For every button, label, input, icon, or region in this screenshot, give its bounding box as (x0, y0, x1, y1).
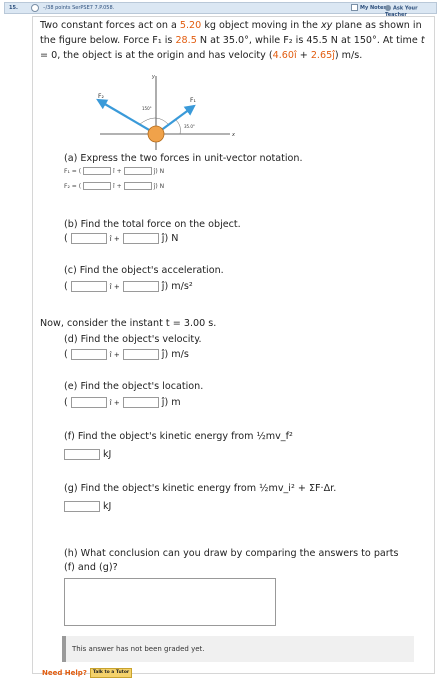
part-c-prompt: (c) Find the object's acceleration. (64, 265, 224, 276)
location-i-input[interactable] (70, 397, 107, 408)
part-e-prompt: (e) Find the object's location. (64, 381, 204, 392)
problem-text-8: + (296, 50, 311, 61)
points-status-icon (31, 4, 39, 12)
force-diagram: F₂ F₁ 150° 35.0° x y (96, 74, 235, 150)
part-d-prompt: (d) Find the object's velocity. (64, 334, 202, 345)
part-b-i-plus: î + (109, 234, 120, 243)
problem-text-4: is (161, 35, 176, 46)
part-d-row: ( î + ĵ) m/s (64, 349, 189, 360)
mass-value: 5.20 (179, 20, 202, 31)
part-b-row: ( î + ĵ) N (64, 233, 178, 244)
object-ball (147, 125, 165, 143)
f2-row-label: F₂ = ( (64, 182, 82, 190)
ask-teacher-icon (385, 5, 391, 11)
f2-symbol: F₂ (283, 35, 293, 46)
f2-j-unit: ĵ) N (153, 182, 165, 190)
notes-checkbox-icon (351, 4, 358, 11)
part-g-prompt: (g) Find the object's kinetic energy fro… (64, 483, 337, 494)
velocity-x: 4.60î (272, 50, 297, 61)
velocity-i-input[interactable] (70, 349, 107, 360)
part-c-row: ( î + ĵ) m/s² (64, 281, 193, 292)
part-c-i-plus: î + (109, 282, 120, 291)
velocity-y: 2.65ĵ (310, 50, 335, 61)
part-g-unit: kJ (103, 501, 112, 512)
part-c-unit: ĵ) m/s² (161, 281, 193, 292)
velocity-j-input[interactable] (122, 349, 159, 360)
part-a-prompt: (a) Express the two forces in unit-vecto… (64, 153, 303, 164)
f1-j-input[interactable] (123, 167, 152, 175)
acceleration-i-input[interactable] (70, 281, 107, 292)
part-b-prompt: (b) Find the total force on the object. (64, 219, 241, 230)
problem-text-1: Two constant forces act on a (40, 20, 180, 31)
need-help-label: Need Help? (42, 669, 87, 677)
part-f-unit: kJ (103, 449, 112, 460)
not-graded-notice: This answer has not been graded yet. (62, 636, 414, 662)
part-e-row: ( î + ĵ) m (64, 397, 181, 408)
problem-statement: Two constant forces act on a 5.20 kg obj… (40, 18, 432, 63)
angle-35-arc (175, 119, 181, 135)
part-b-unit: ĵ) N (161, 233, 179, 244)
f2-i-plus: î + (113, 182, 122, 190)
part-d-unit: ĵ) m/s (161, 349, 189, 360)
part-f-prompt: (f) Find the object's kinetic energy fro… (64, 431, 293, 442)
angle-150-label: 150° (142, 106, 152, 111)
total-force-i-input[interactable] (70, 233, 107, 244)
problem-text-5: N at 35.0°, while (196, 35, 284, 46)
acceleration-j-input[interactable] (122, 281, 159, 292)
part-h-line-2: (f) and (g)? (64, 562, 118, 573)
f2-j-input[interactable] (123, 182, 152, 190)
part-e-unit: ĵ) m (161, 397, 181, 408)
conclusion-textarea[interactable] (64, 578, 276, 626)
y-axis-label: y (151, 74, 156, 80)
kinetic-energy-f-input[interactable] (64, 449, 100, 460)
part-b-open: ( (64, 233, 68, 244)
f2-label: F₂ (98, 93, 104, 100)
x-axis-label: x (231, 132, 235, 138)
part-e-i-plus: î + (109, 398, 120, 407)
f1-label: F₁ (190, 97, 196, 104)
problem-text-6: is 45.5 N at 150°. At time (292, 35, 421, 46)
talk-to-tutor-button[interactable]: Talk to a Tutor (90, 668, 132, 678)
now-consider-text: Now, consider the instant t = 3.00 s. (40, 318, 217, 329)
my-notes-button[interactable]: My Notes (351, 4, 386, 11)
f1-j-unit: ĵ) N (153, 167, 165, 175)
part-c-open: ( (64, 281, 68, 292)
f1-row-label: F₁ = ( (64, 167, 82, 175)
part-a-f2-row: F₂ = ( î + ĵ) N (64, 182, 164, 190)
kinetic-energy-g-input[interactable] (64, 501, 100, 512)
part-d-i-plus: î + (109, 350, 120, 359)
t-symbol: t (420, 35, 425, 46)
f1-magnitude: 28.5 (175, 35, 197, 46)
f2-i-input[interactable] (83, 182, 112, 190)
part-d-open: ( (64, 349, 68, 360)
points-label: –/38 points SerPSE7 7.P.058. (43, 5, 114, 11)
total-force-j-input[interactable] (122, 233, 159, 244)
location-j-input[interactable] (122, 397, 159, 408)
f1-symbol: F₁ (152, 35, 162, 46)
problem-text-9: ) m/s. (334, 50, 363, 61)
xy-plane: xy (321, 20, 333, 31)
part-e-open: ( (64, 397, 68, 408)
part-h-prompt: (h) What conclusion can you draw by comp… (64, 547, 424, 575)
part-g-row: kJ (64, 501, 111, 512)
question-header-bar: 15. –/38 points SerPSE7 7.P.058. My Note… (4, 2, 437, 18)
part-h-line-1: (h) What conclusion can you draw by comp… (64, 548, 399, 559)
problem-text-7: = 0, the object is at the origin and has… (40, 50, 273, 61)
angle-150-arc (139, 117, 169, 125)
my-notes-label: My Notes (360, 5, 387, 11)
part-f-row: kJ (64, 449, 111, 460)
question-number: 15. (9, 5, 18, 11)
f1-i-plus: î + (113, 167, 122, 175)
problem-text-2: kg object moving in the (201, 20, 321, 31)
f1-i-input[interactable] (83, 167, 112, 175)
points-value: –/38 points (43, 5, 71, 11)
angle-35-label: 35.0° (184, 124, 195, 129)
part-a-f1-row: F₁ = ( î + ĵ) N (64, 167, 164, 175)
assignment-code: SerPSE7 7.P.058. (72, 5, 115, 11)
